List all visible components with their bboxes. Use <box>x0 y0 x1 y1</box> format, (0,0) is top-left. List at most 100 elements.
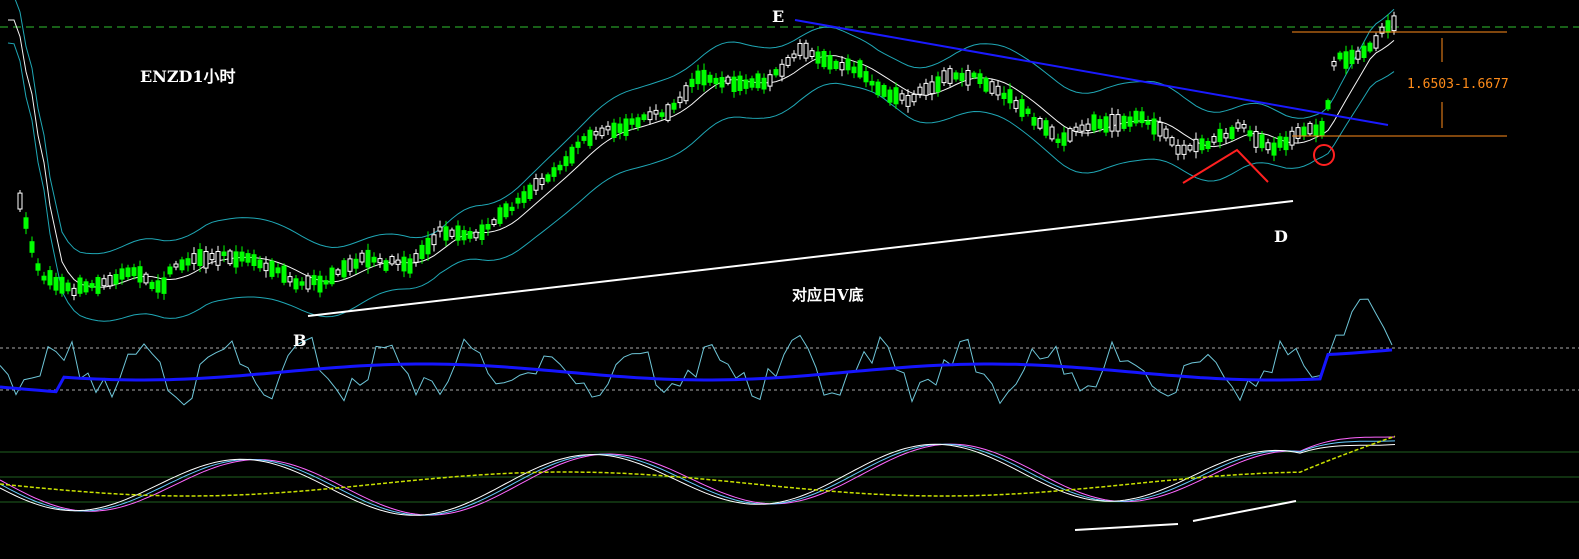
candle-body <box>599 127 605 137</box>
candle-body <box>959 72 965 82</box>
candle-body <box>449 229 455 237</box>
candle-body <box>683 85 689 102</box>
candle-body <box>311 275 317 286</box>
candle-body <box>371 256 377 263</box>
candle-body <box>485 224 491 230</box>
candle-body <box>1361 45 1367 59</box>
candle-body <box>1355 50 1361 60</box>
candle-body <box>905 95 911 107</box>
candle-body <box>827 55 833 70</box>
candle-body <box>191 253 197 264</box>
candle-body <box>881 85 887 97</box>
candle-body <box>569 146 575 164</box>
candle-body <box>677 96 683 104</box>
candle-body <box>407 258 413 274</box>
candle-body <box>611 122 617 138</box>
candle-body <box>1139 111 1145 124</box>
candle-body <box>479 224 485 240</box>
candle-body <box>1289 130 1295 146</box>
candle-body <box>1175 144 1181 155</box>
candle-body <box>1301 126 1307 136</box>
candle-body <box>185 258 191 266</box>
candle-body <box>1151 118 1157 135</box>
candle-body <box>155 280 161 293</box>
candle-body <box>365 249 371 268</box>
candle-body <box>359 252 365 263</box>
candle-body <box>71 287 77 296</box>
candle-body <box>437 226 443 232</box>
candles <box>17 11 1397 301</box>
candle-body <box>947 68 953 84</box>
candle-body <box>593 131 599 136</box>
candle-body <box>1283 136 1289 151</box>
point-label-b: B <box>293 331 307 350</box>
candle-body <box>887 89 893 103</box>
candle-body <box>581 136 587 141</box>
candle-body <box>1001 92 1007 100</box>
candle-body <box>1103 116 1109 133</box>
candle-body <box>239 251 245 262</box>
candle-body <box>323 280 329 285</box>
candle-body <box>401 256 407 272</box>
candle-body <box>665 104 671 121</box>
bollinger-bands <box>7 0 1395 322</box>
candle-body <box>815 51 821 64</box>
candle-body <box>515 197 521 204</box>
candle-body <box>263 262 269 272</box>
candle-body <box>41 275 47 281</box>
candle-body <box>167 266 173 275</box>
candle-body <box>455 225 461 241</box>
divergence-line-2 <box>1192 500 1297 522</box>
candle-body <box>983 77 989 92</box>
candle-body <box>953 72 959 80</box>
candle-body <box>1127 116 1133 127</box>
downtrend-line <box>794 19 1389 126</box>
candle-body <box>923 82 929 96</box>
candle-body <box>1241 124 1247 129</box>
candle-body <box>845 58 851 71</box>
candle-body <box>941 70 947 84</box>
candle-body <box>1325 100 1331 110</box>
candle-body <box>1043 120 1049 136</box>
candle-body <box>725 76 731 84</box>
candle-body <box>47 270 53 286</box>
candle-body <box>929 81 935 95</box>
candle-body <box>821 51 827 68</box>
candle-body <box>1223 132 1229 139</box>
candle-body <box>653 109 659 115</box>
stochastic-line <box>0 436 1395 516</box>
candle-body <box>767 74 773 87</box>
candle-body <box>1319 121 1325 136</box>
candle-body <box>23 217 29 229</box>
candle-body <box>575 141 581 148</box>
candle-body <box>29 241 35 253</box>
candle-body <box>419 244 425 259</box>
candle-body <box>1013 100 1019 109</box>
candle-body <box>101 278 107 287</box>
candle-body <box>779 63 785 77</box>
candle-body <box>1115 114 1121 132</box>
candle-body <box>107 275 113 287</box>
candle-body <box>899 93 905 101</box>
candle-body <box>617 123 623 133</box>
candle-body <box>719 77 725 88</box>
candle-body <box>785 57 791 66</box>
candle-body <box>89 283 95 288</box>
candle-body <box>173 263 179 268</box>
candle-body <box>1271 142 1277 156</box>
candle-body <box>1055 138 1061 143</box>
candle-body <box>287 276 293 283</box>
candle-body <box>227 250 233 265</box>
candle-body <box>791 53 797 59</box>
candle-body <box>1073 126 1079 132</box>
candle-body <box>269 260 275 277</box>
candle-body <box>587 129 593 146</box>
candle-body <box>131 267 137 277</box>
candle-body <box>971 72 977 78</box>
candle-body <box>119 268 125 280</box>
divergence-line-1 <box>1074 523 1179 531</box>
oscillator-slow-line <box>0 348 1393 394</box>
candle-body <box>125 267 131 278</box>
candle-body <box>77 277 83 294</box>
candle-body <box>557 164 563 171</box>
